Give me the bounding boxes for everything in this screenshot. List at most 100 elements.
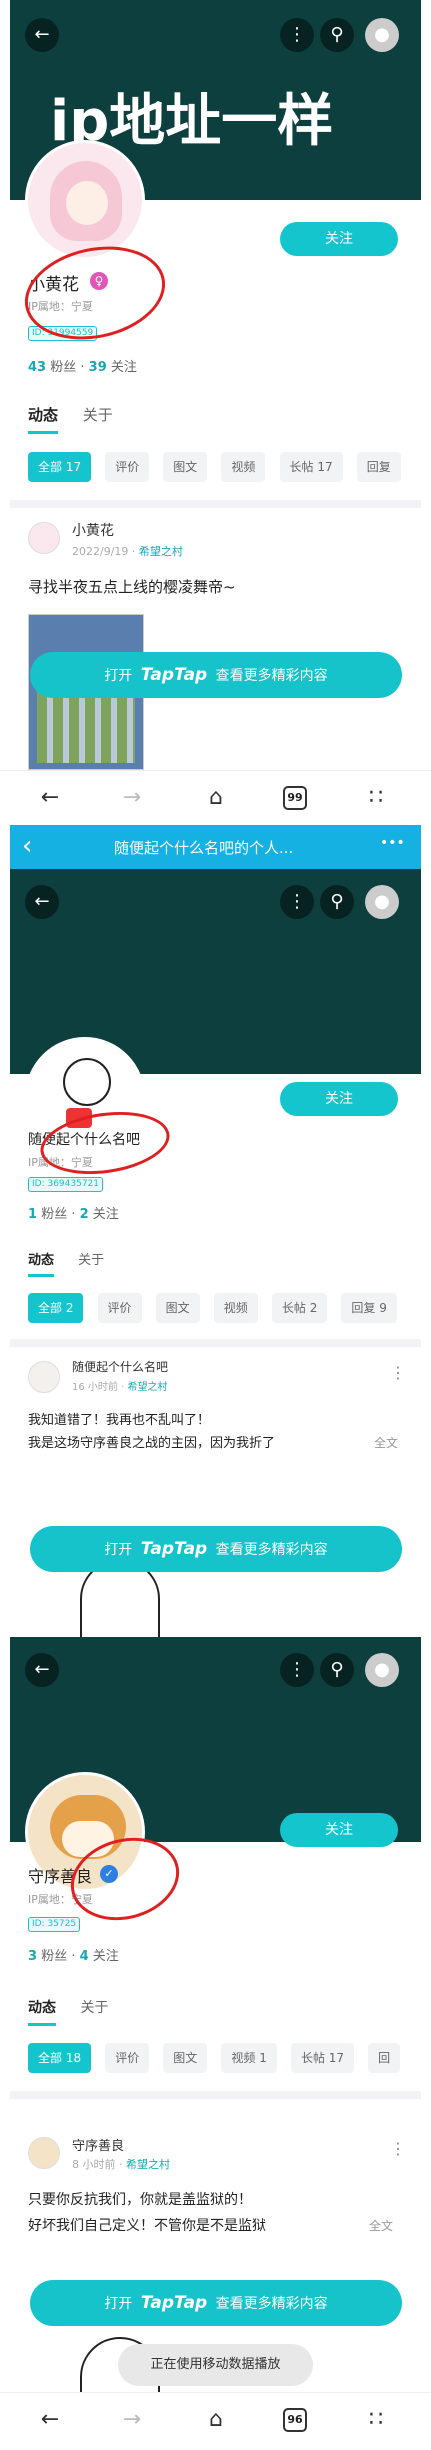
filter-long[interactable]: 长帖 17 — [290, 2043, 355, 2073]
follow-button[interactable]: 关注 — [280, 1813, 398, 1847]
open-suffix: 查看更多精彩内容 — [215, 1542, 328, 1558]
home-icon[interactable]: ⌂ — [196, 2407, 236, 2432]
profile-icon[interactable]: ● — [365, 18, 399, 52]
post-meta: 8 小时前 · 希望之村 — [72, 2158, 170, 2171]
filter-image[interactable]: 图文 — [155, 1293, 200, 1323]
post-group[interactable]: 希望之村 — [126, 2158, 170, 2171]
filter-image[interactable]: 图文 — [163, 452, 208, 482]
filter-video[interactable]: 视频 1 — [221, 2043, 277, 2073]
open-suffix: 查看更多精彩内容 — [215, 668, 328, 684]
search-icon[interactable]: ⚲ — [320, 18, 354, 52]
open-taptap-button[interactable]: 打开 TapTap 查看更多精彩内容 — [30, 1526, 402, 1572]
back-icon[interactable]: ← — [25, 18, 59, 52]
post-line-1[interactable]: 我知道错了！我再也不乱叫了！ — [28, 1409, 210, 1428]
more-icon[interactable]: ⋮ — [280, 885, 314, 919]
filter-long[interactable]: 长帖 17 — [279, 452, 343, 482]
post-line-1[interactable]: 只要你反抗我们，你就是盖监狱的！ — [28, 2189, 252, 2209]
tabs-icon[interactable]: 99 — [283, 786, 307, 810]
post-avatar[interactable] — [28, 1361, 60, 1393]
expand-link[interactable]: 全文 — [365, 2217, 394, 2234]
post-line-2[interactable]: 好坏我们自己定义！不管你是不是监狱 — [28, 2215, 266, 2235]
post-line-2[interactable]: 我是这场守序善良之战的主因，因为我折了 — [28, 1432, 275, 1451]
forward-icon[interactable]: → — [112, 2407, 152, 2432]
profile-panel-3: ← ⋮ ⚲ ● 关注 守序善良 ✓ IP属地：宁夏 ID: 35725 3 粉丝… — [10, 1637, 421, 2392]
post-meta: 2022/9/19 · 希望之村 — [72, 545, 183, 558]
search-icon[interactable]: ⚲ — [320, 885, 354, 919]
user-id[interactable]: ID: 369435721 — [28, 1177, 104, 1192]
filter-all[interactable]: 全部 18 — [28, 2043, 92, 2073]
tab-about[interactable]: 关于 — [80, 1997, 108, 2017]
more-icon[interactable]: ⋮ — [280, 18, 314, 52]
forward-icon[interactable]: → — [112, 785, 152, 810]
expand-link[interactable]: 全文 — [370, 1434, 399, 1451]
fans-count[interactable]: 43 — [28, 360, 46, 375]
post-avatar[interactable] — [28, 2137, 60, 2169]
tabs-icon[interactable]: 96 — [283, 2408, 307, 2432]
post-group[interactable]: 希望之村 — [139, 545, 183, 558]
filter-reply[interactable]: 回复 9 — [341, 1293, 397, 1323]
tab-about[interactable]: 关于 — [83, 404, 113, 425]
post-more-icon[interactable]: ⋮ — [390, 1363, 406, 1382]
following-label: 关注 — [92, 1207, 119, 1222]
filter-long[interactable]: 长帖 2 — [271, 1293, 328, 1323]
filter-image[interactable]: 图文 — [163, 2043, 208, 2073]
filter-all[interactable]: 全部 17 — [28, 452, 92, 482]
tab-feed[interactable]: 动态 — [28, 1997, 56, 2026]
back-icon[interactable]: ← — [25, 1653, 59, 1687]
post-text[interactable]: 寻找半夜五点上线的樱凌舞帝~ — [28, 576, 236, 597]
search-icon[interactable]: ⚲ — [320, 1653, 354, 1687]
post-avatar[interactable] — [28, 522, 60, 554]
fans-count[interactable]: 1 — [28, 1207, 37, 1222]
post-group[interactable]: 希望之村 — [127, 1382, 167, 1393]
profile-tabs: 动态 关于 — [28, 1997, 128, 2026]
following-count[interactable]: 4 — [80, 1949, 89, 1964]
profile-icon[interactable]: ● — [365, 885, 399, 919]
profile-icon[interactable]: ● — [365, 1653, 399, 1687]
filter-review[interactable]: 评价 — [105, 452, 150, 482]
avatar[interactable] — [25, 140, 145, 260]
filter-reply[interactable]: 回复 — [356, 452, 401, 482]
back-icon[interactable]: ← — [25, 885, 59, 919]
profile-tabs: 动态 关于 — [28, 404, 133, 434]
browser-navbar-1: ← → ⌂ 99 ∷ — [0, 770, 431, 828]
fans-label: 粉丝 — [41, 1207, 68, 1222]
follow-button[interactable]: 关注 — [280, 222, 398, 256]
back-icon[interactable]: ← — [30, 785, 70, 810]
avatar-head — [63, 1058, 111, 1106]
filter-chips: 全部 2 评价 图文 视频 长帖 2 回复 9 — [28, 1293, 406, 1323]
tab-feed[interactable]: 动态 — [28, 404, 59, 434]
user-id[interactable]: ID: 35725 — [28, 1917, 81, 1932]
fans-count[interactable]: 3 — [28, 1949, 37, 1964]
post-date: 2022/9/19 — [72, 545, 129, 558]
post-date: 16 小时前 — [72, 1382, 118, 1393]
divider — [10, 500, 421, 508]
stats: 43 粉丝 · 39 关注 — [28, 360, 137, 375]
filter-video[interactable]: 视频 — [221, 452, 266, 482]
profile-tabs: 动态 关于 — [28, 1249, 124, 1277]
open-taptap-button[interactable]: 打开 TapTap 查看更多精彩内容 — [30, 652, 402, 698]
tab-about[interactable]: 关于 — [78, 1249, 104, 1268]
post-author[interactable]: 守序善良 — [72, 2135, 124, 2154]
back-icon[interactable]: ← — [30, 2407, 70, 2432]
home-icon[interactable]: ⌂ — [196, 785, 236, 810]
filter-all[interactable]: 全部 2 — [28, 1293, 84, 1323]
following-count[interactable]: 39 — [89, 360, 107, 375]
menu-icon[interactable]: ∷ — [356, 785, 396, 810]
tab-feed[interactable]: 动态 — [28, 1249, 55, 1277]
filter-review[interactable]: 评价 — [105, 2043, 150, 2073]
filter-video[interactable]: 视频 — [213, 1293, 258, 1323]
wechat-more-icon[interactable]: ••• — [380, 835, 405, 851]
filter-review[interactable]: 评价 — [97, 1293, 142, 1323]
follow-button[interactable]: 关注 — [280, 1082, 398, 1116]
open-taptap-button[interactable]: 打开 TapTap 查看更多精彩内容 — [30, 2280, 402, 2326]
post-author[interactable]: 随便起个什么名吧 — [72, 1358, 168, 1375]
menu-icon[interactable]: ∷ — [356, 2407, 396, 2432]
stats: 3 粉丝 · 4 关注 — [28, 1949, 119, 1964]
following-count[interactable]: 2 — [80, 1207, 89, 1222]
more-icon[interactable]: ⋮ — [280, 1653, 314, 1687]
filter-reply[interactable]: 回 — [368, 2043, 401, 2073]
post-author[interactable]: 小黄花 — [72, 520, 114, 540]
wechat-title-bar: ‹ 随便起个什么名吧的个人... ••• — [10, 825, 421, 869]
wechat-back-icon[interactable]: ‹ — [22, 831, 32, 861]
post-more-icon[interactable]: ⋮ — [390, 2139, 406, 2158]
